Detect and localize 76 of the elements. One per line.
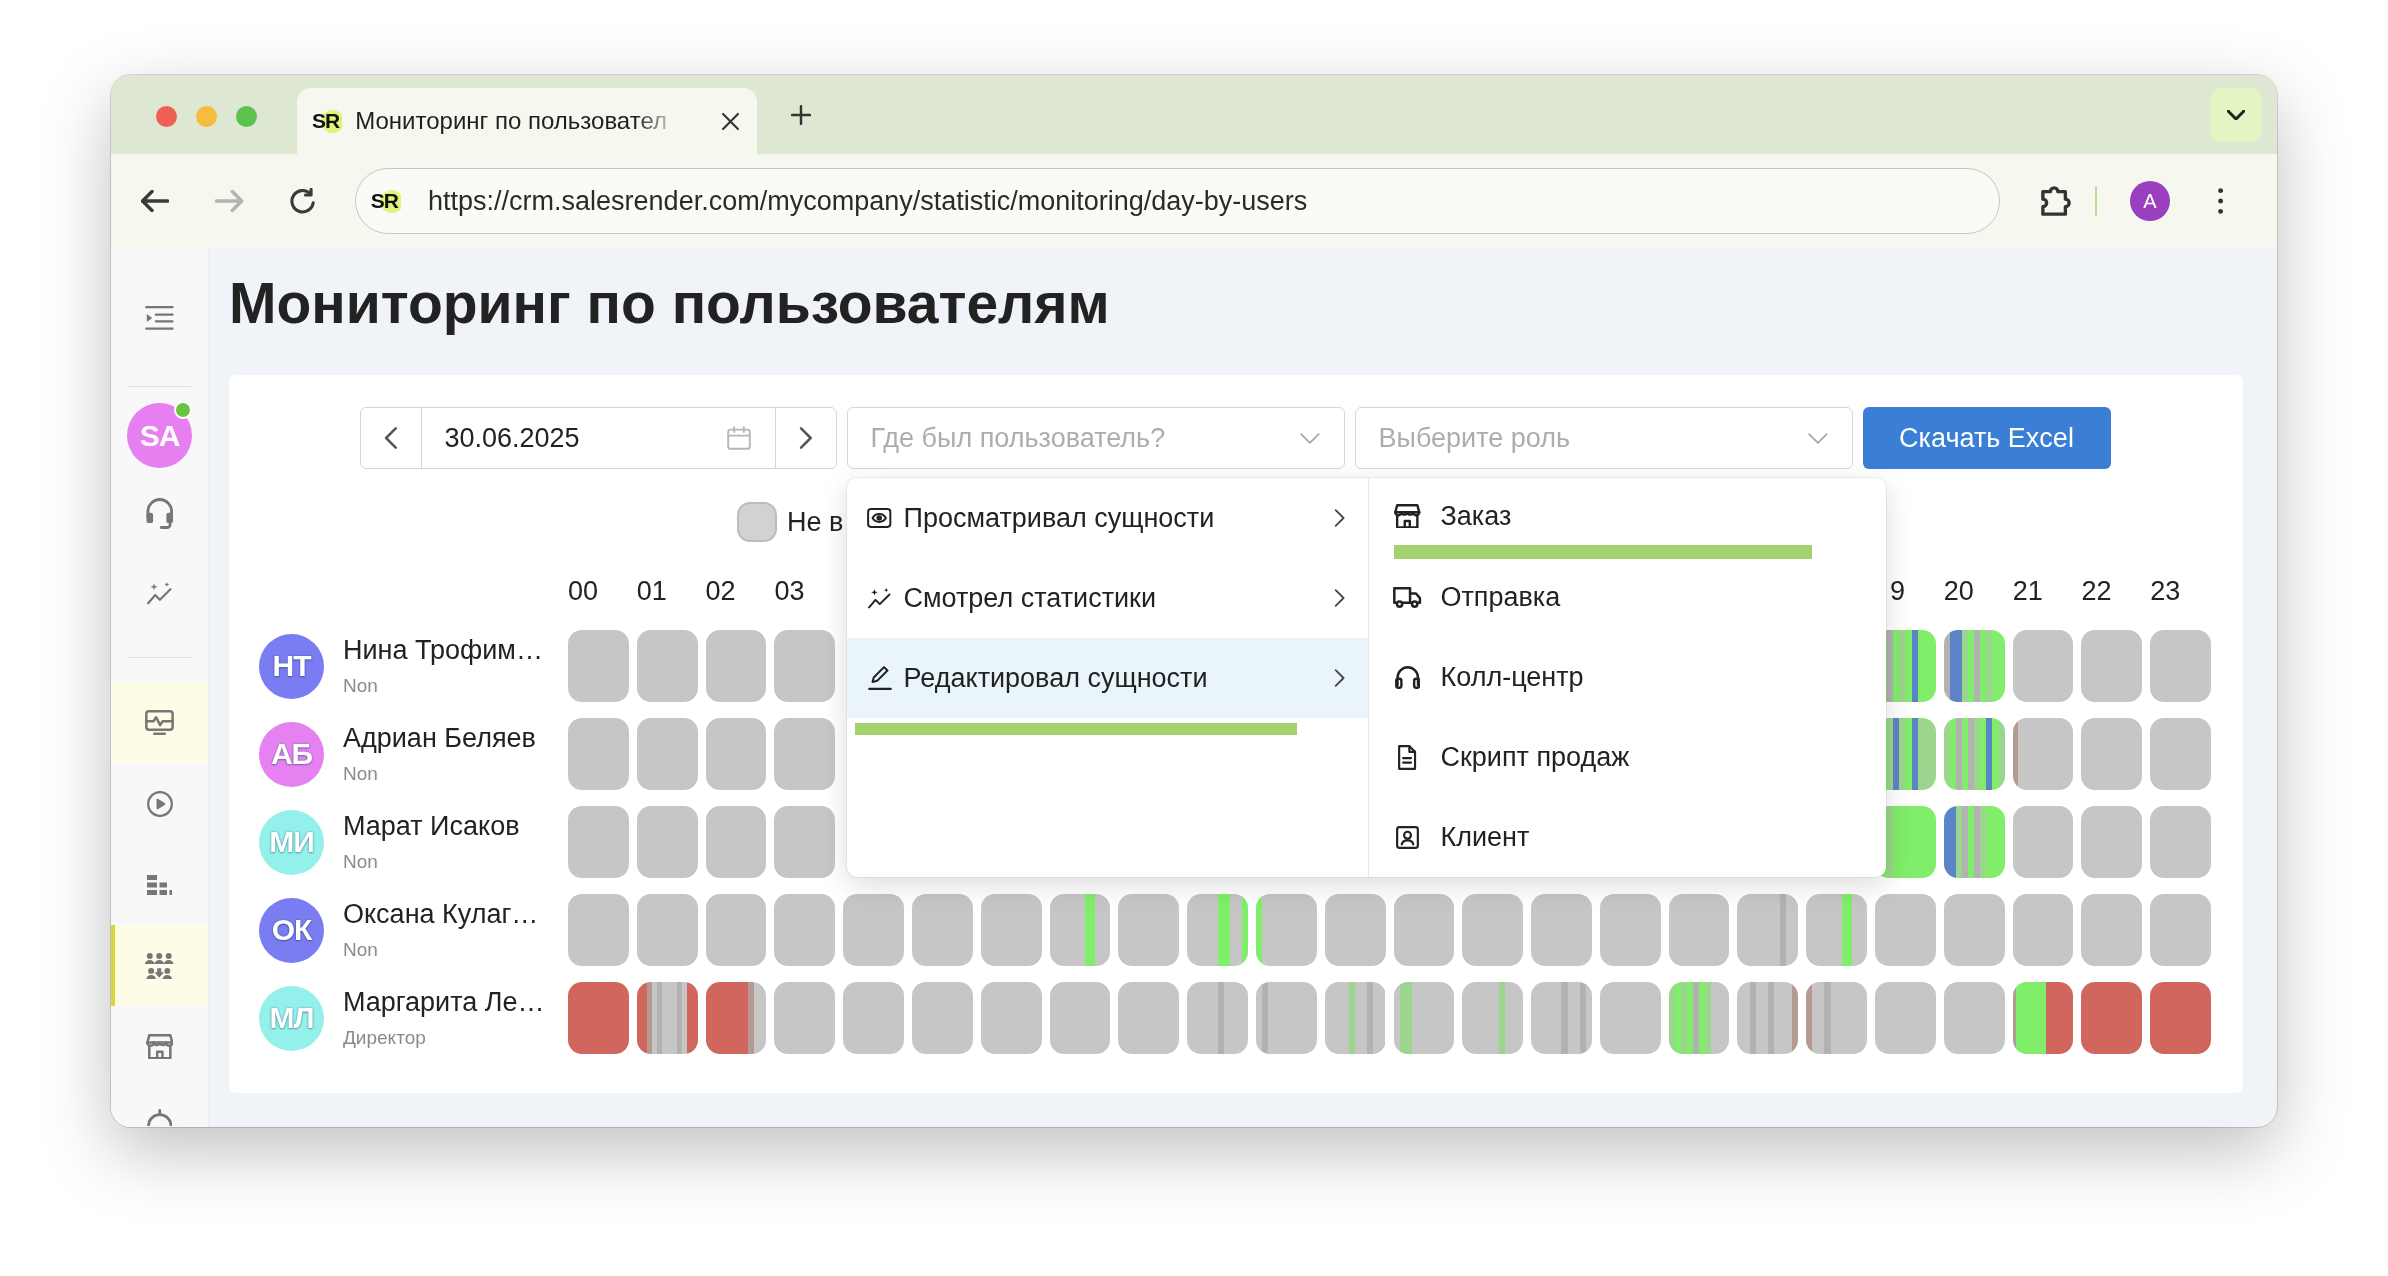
user-role: Non [343,674,379,698]
browser-tab[interactable]: SR Мониторинг по пользовател [297,88,757,154]
chevron-right-icon [1334,509,1346,527]
calendar-icon [726,426,751,450]
checkbox[interactable] [737,502,777,542]
window-close-icon[interactable] [156,105,177,127]
hour-label: 20 [1943,576,1974,606]
hour-label: 01 [636,576,667,606]
sparkle-chart-icon [867,587,892,609]
address-bar[interactable]: SR https://crm.salesrender.com/mycompany/statistic/monitoring/day-by-users [354,168,2000,234]
users-group-icon [145,952,174,979]
store-icon[interactable] [145,1034,174,1059]
user-name: Адриан Беляев [343,722,536,754]
menu-item[interactable]: Редактировал сущности [846,638,1368,718]
hour-label: 03 [774,576,805,606]
back-arrow-icon[interactable] [141,190,170,212]
document-icon [1398,744,1417,770]
menu-item[interactable]: Смотрел статистики [846,558,1368,638]
sidebar-item[interactable] [111,682,208,763]
menu-item[interactable]: Просматривал сущности [846,478,1368,558]
sparkle-chart-icon[interactable] [146,580,173,605]
user-avatar: АБ [259,721,324,787]
pencil-icon [867,666,892,690]
user-role: Non [343,938,379,962]
puzzle-icon[interactable] [2040,186,2071,216]
submenu-item[interactable]: Заказ [1368,478,1886,545]
tab-list-button[interactable] [2210,87,2262,142]
checkbox-label: Не в [787,506,844,538]
reload-icon[interactable] [289,188,315,214]
hour-label: 9 [1890,576,1906,606]
date-field[interactable]: 30.06.2025 [421,408,775,468]
hour-label: 00 [568,576,599,606]
user-role: Non [343,850,379,874]
headset-icon[interactable] [144,498,175,529]
user-role: Non [343,762,379,786]
submenu-item[interactable]: Отправка [1368,559,1886,639]
user-role: Директор [343,1026,427,1050]
page-title: Мониторинг по пользователям [229,270,1111,337]
chevron-right-icon [1334,669,1346,687]
user-avatar: МЛ [259,985,324,1051]
user-name: Марат Исаков [343,810,520,842]
profile-avatar[interactable]: A [2129,181,2170,221]
close-icon[interactable] [722,112,739,130]
new-tab-icon[interactable] [791,104,811,125]
user-name: Оксана Кулаг… [343,898,539,930]
hour-label: 21 [2012,576,2043,606]
hour-label: 22 [2081,576,2112,606]
hour-label: 02 [705,576,736,606]
user-name: Маргарита Ле… [343,986,545,1018]
user-avatar: ОК [259,897,324,963]
cut-off-icon[interactable] [146,1109,173,1126]
chevron-right-icon [1334,589,1346,607]
user-name: Нина Трофим… [343,634,543,666]
eye-icon [867,508,892,528]
hour-label: 23 [2150,576,2181,606]
download-excel-button[interactable]: Скачать Excel [1862,407,2111,469]
play-circle-icon[interactable] [146,790,173,817]
chevron-down-icon [1807,432,1828,444]
user-avatar: НТ [259,633,324,699]
truck-icon [1393,586,1422,608]
headphones-icon [1394,665,1421,689]
submenu-item[interactable]: Скрипт продаж [1368,719,1886,799]
user-avatar: МИ [259,809,324,875]
contact-card-icon [1396,825,1419,849]
chevron-down-icon [1299,432,1320,444]
sidebar-item[interactable] [111,925,208,1006]
chevron-right-icon [798,427,813,449]
submenu-item[interactable]: Колл-центр [1368,639,1886,719]
chevron-down-icon [2227,109,2245,120]
chevron-left-icon [383,427,398,449]
pulse-monitor-icon [145,710,174,735]
menu-icon[interactable] [145,306,174,330]
submenu-item[interactable]: Клиент [1368,799,1886,877]
more-icon[interactable] [2217,188,2224,214]
bricks-icon[interactable] [147,874,172,895]
store-icon [1394,504,1421,528]
